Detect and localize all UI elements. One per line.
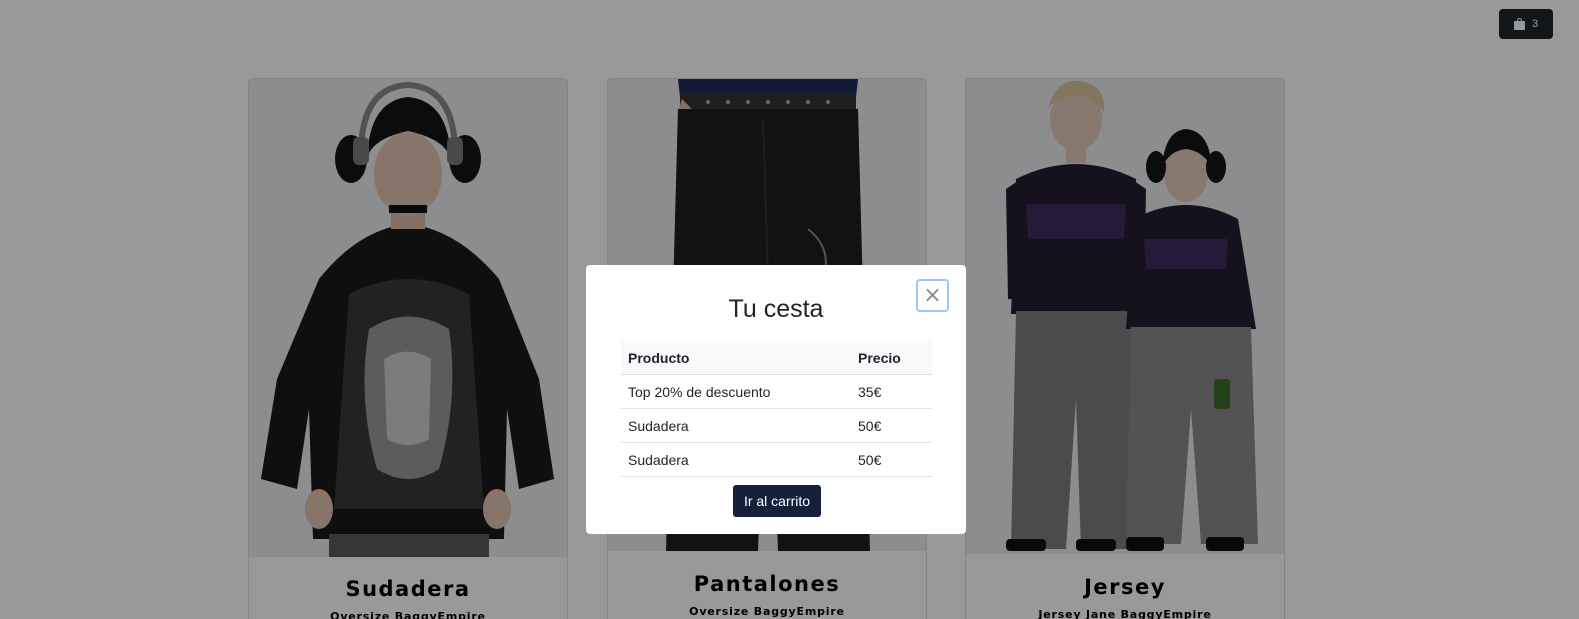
table-row: Top 20% de descuento 35€ (621, 374, 932, 409)
cart-modal: × Tu cesta Producto Precio Top 20% de de… (586, 265, 966, 534)
table-row: Sudadera 50€ (621, 408, 932, 443)
cart-item-price: 50€ (851, 442, 932, 477)
column-header-price: Precio (851, 341, 932, 375)
cart-table: Producto Precio Top 20% de descuento 35€… (621, 341, 932, 477)
page: 3 Sudadera Oversize BaggyEmpire Pantalon… (0, 0, 1579, 619)
cart-item-price: 35€ (851, 374, 932, 409)
go-to-cart-button[interactable]: Ir al carrito (733, 485, 821, 517)
table-row: Sudadera 50€ (621, 442, 932, 477)
column-header-product: Producto (621, 341, 851, 375)
cart-item-price: 50€ (851, 408, 932, 443)
modal-title: Tu cesta (728, 295, 824, 323)
table-header-row: Producto Precio (621, 341, 932, 375)
cart-item-product: Sudadera (621, 442, 851, 477)
cart-item-product: Top 20% de descuento (621, 374, 851, 409)
cart-item-product: Sudadera (621, 408, 851, 443)
